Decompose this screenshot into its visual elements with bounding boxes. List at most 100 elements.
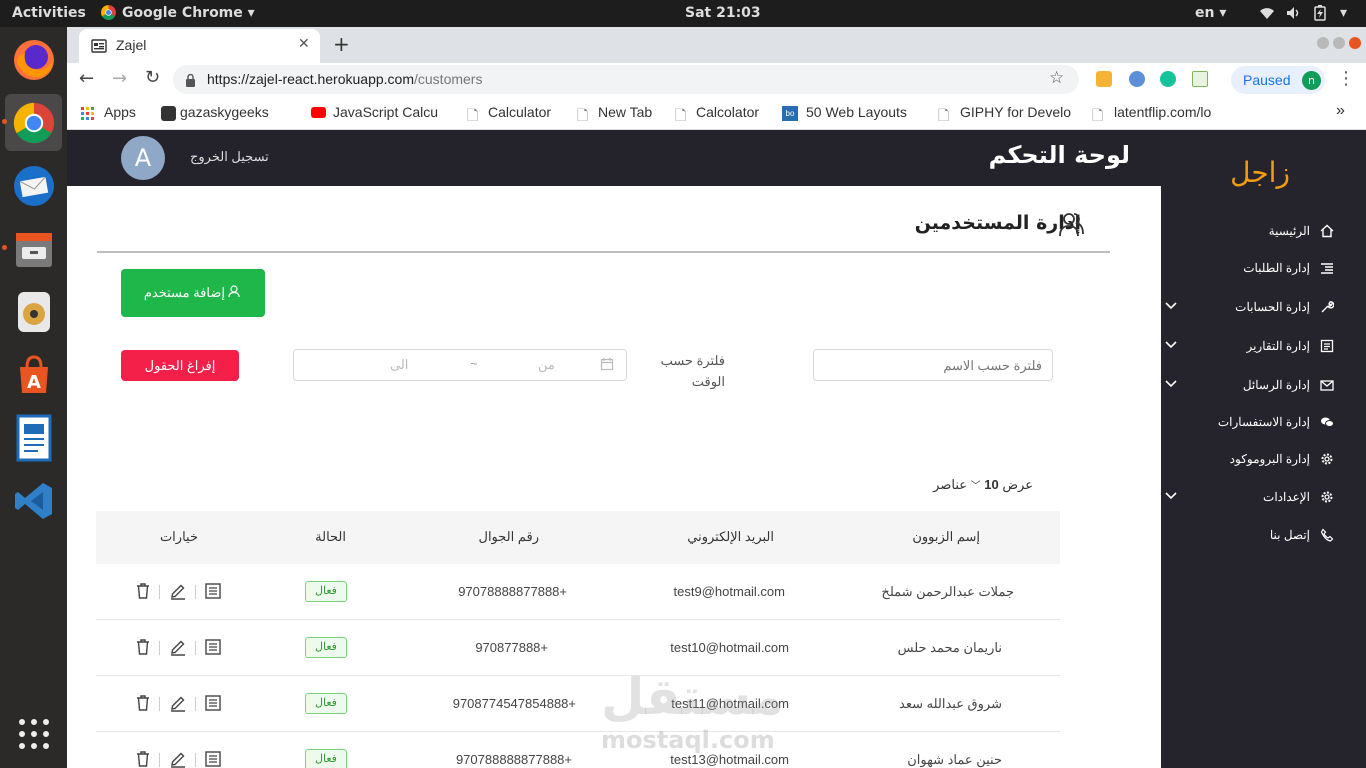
profile-paused-chip[interactable]: Paused n [1231,66,1325,94]
address-bar[interactable]: https://zajel-react.herokuapp.com/custom… [173,65,1079,94]
edit-icon[interactable] [169,750,187,768]
bookmark-latentflip[interactable]: latentflip.com/lo [1114,104,1242,120]
new-tab-button[interactable]: + [333,32,350,56]
divider [159,697,160,711]
chevron-down-icon[interactable] [1164,298,1178,312]
maximize-button[interactable] [1333,37,1345,49]
bookmark-gazaskygeeks[interactable]: gazaskygeeks [180,104,294,120]
column-header-options: خيارات [159,529,198,544]
delete-icon[interactable] [134,582,152,600]
rhythmbox-launcher[interactable] [5,283,62,340]
bookmark-giphy[interactable]: GIPHY for Develo [960,104,1074,120]
edit-icon[interactable] [169,638,187,656]
details-icon[interactable] [204,750,222,768]
close-window-button[interactable] [1349,37,1361,49]
nav-settings[interactable]: الإعدادات [1164,486,1334,510]
bookmark-javascript-calc[interactable]: JavaScript Calcu [333,104,447,120]
forward-arrow-icon[interactable]: → [112,68,127,89]
nav-orders[interactable]: إدارة الطلبات [1164,257,1334,281]
page-size-value: 10 [984,477,999,492]
firefox-launcher[interactable] [5,31,62,88]
table-row: جملات عبدالرحمن شملخ test9@hotmail.com 9… [96,564,1060,620]
nav-contact[interactable]: إتصل بنا [1164,524,1334,548]
bookmark-50-web-layouts[interactable]: 50 Web Layouts [806,104,920,120]
nav-home[interactable]: الرئيسية [1164,220,1334,244]
tab-zajel[interactable]: Zajel ✕ [79,29,320,63]
row-actions [134,694,226,714]
browser-menu-icon[interactable]: ⋮ [1337,68,1355,89]
bookmark-calcolator[interactable]: Calcolator [696,104,759,120]
delete-icon[interactable] [134,694,152,712]
details-icon[interactable] [204,638,222,656]
brand-logo[interactable]: زاجل [1230,156,1290,189]
date-from[interactable]: من [538,357,555,373]
delete-icon[interactable] [134,638,152,656]
extension-icon[interactable] [1096,71,1112,87]
writer-launcher[interactable] [5,409,62,466]
chevron-down-icon[interactable] [1164,488,1178,502]
customer-name: جملات عبدالرحمن شملخ [881,584,1014,599]
bookmarks-overflow-button[interactable]: » [1336,102,1345,120]
grammarly-icon[interactable] [1160,71,1176,87]
thunderbird-launcher[interactable] [5,157,62,214]
bookmark-apps[interactable]: Apps [104,104,136,120]
system-menu-icon[interactable]: ▾ [1340,5,1347,21]
files-launcher[interactable] [5,220,62,277]
extension-icon[interactable] [1192,71,1208,87]
edit-icon[interactable] [169,694,187,712]
page-size-selector[interactable]: عرض 10 ﹀ عناصر [933,477,1033,497]
profile-status: Paused [1243,72,1291,88]
show-applications-button[interactable] [5,705,62,762]
browser-window: Zajel ✕ + ← → ↻ https://zajel-react.hero… [67,27,1366,768]
chevron-down-icon[interactable] [1164,376,1178,390]
nav-label: إدارة الطلبات [1243,261,1310,275]
nav-label: إدارة الاستفسارات [1217,415,1310,429]
logout-link[interactable]: تسجيل الخروج [190,149,269,165]
chrome-launcher[interactable] [5,94,62,151]
nav-reports[interactable]: إدارة التقارير [1164,335,1334,359]
customer-name: شروق عبدالله سعد [899,696,1002,711]
user-avatar[interactable]: A [121,136,165,180]
language-indicator[interactable]: en ▾ [1195,5,1226,21]
sidebar: زاجل الرئيسية إدارة الطلبات إدارة الحساب… [1161,130,1366,768]
bookmark-new-tab[interactable]: New Tab [598,104,652,120]
customer-name: حنين عماد شهوان [907,752,1002,767]
clear-fields-button[interactable]: إفراغ الحقول [121,350,239,381]
divider [195,697,196,711]
bookmark-star-icon[interactable]: ☆ [1049,68,1064,88]
software-launcher[interactable]: A [5,346,62,403]
vscode-launcher[interactable] [5,472,62,529]
details-icon[interactable] [204,582,222,600]
status-badge: فعال [305,693,347,714]
tab-close-icon[interactable]: ✕ [298,36,310,52]
app-menu[interactable]: Google Chrome ▾ [122,5,255,21]
date-to[interactable]: الى [390,357,408,373]
activities-button[interactable]: Activities [12,5,86,21]
minimize-button[interactable] [1317,37,1329,49]
nav-label: الرئيسية [1268,224,1310,238]
nav-inquiries[interactable]: إدارة الاستفسارات [1164,411,1334,435]
nav-accounts[interactable]: إدارة الحسابات [1164,296,1335,320]
clock[interactable]: Sat 21:03 [685,5,761,21]
add-user-button[interactable]: إضافة مستخدم [121,269,265,317]
details-icon[interactable] [204,694,222,712]
extension-icon[interactable] [1129,71,1145,87]
calendar-icon [600,357,614,374]
back-arrow-icon[interactable]: ← [79,68,94,89]
nav-label: الإعدادات [1263,490,1310,504]
column-header-email: البريد الإلكتروني [687,529,774,544]
nav-promocode[interactable]: إدارة البروموكود [1164,448,1334,472]
delete-icon[interactable] [134,750,152,768]
nav-messages[interactable]: إدارة الرسائل [1164,374,1334,398]
volume-icon[interactable] [1286,6,1302,24]
date-range-picker[interactable]: من ~ الى [293,349,627,381]
user-icon [228,285,240,301]
browser-toolbar: ← → ↻ https://zajel-react.herokuapp.com/… [67,63,1366,97]
wifi-icon[interactable] [1259,6,1275,24]
chevron-down-icon[interactable] [1164,337,1178,351]
name-filter-input[interactable] [813,349,1053,381]
reload-icon[interactable]: ↻ [145,67,160,88]
bookmark-calculator[interactable]: Calculator [488,104,551,120]
edit-icon[interactable] [169,582,187,600]
battery-icon[interactable] [1314,5,1326,25]
